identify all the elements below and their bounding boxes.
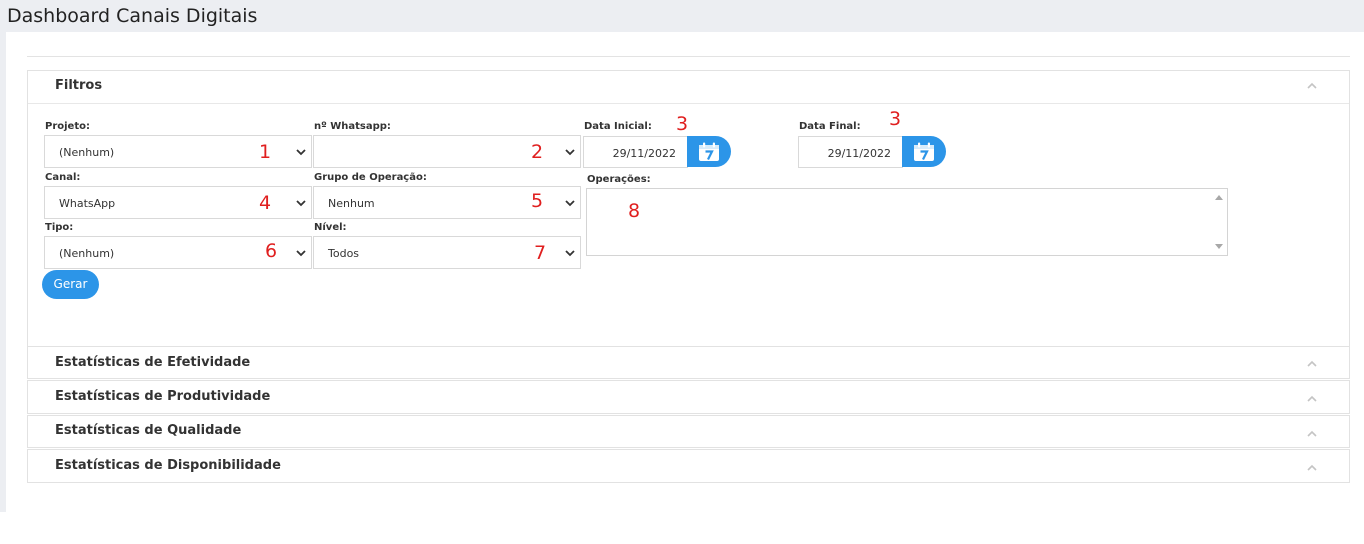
- efetividade-panel[interactable]: Estatísticas de Efetividade: [27, 346, 1350, 379]
- data-final-value: 29/11/2022: [827, 147, 891, 160]
- page-title: Dashboard Canais Digitais: [7, 5, 258, 27]
- marker-1: 1: [259, 141, 272, 163]
- marker-7: 7: [534, 242, 547, 264]
- marker-3b: 3: [889, 108, 902, 130]
- data-inicial-input[interactable]: 29/11/2022: [583, 136, 688, 168]
- operacoes-textarea[interactable]: [586, 188, 1228, 256]
- produtividade-panel[interactable]: Estatísticas de Produtividade: [27, 380, 1350, 414]
- scroll-up-icon[interactable]: [1215, 195, 1223, 200]
- divider: [27, 56, 1350, 57]
- grupo-label: Grupo de Operação:: [314, 172, 427, 183]
- produtividade-title: Estatísticas de Produtividade: [55, 389, 271, 404]
- chevron-up-icon[interactable]: [1307, 430, 1317, 440]
- chevron-up-icon[interactable]: [1307, 360, 1317, 370]
- chevron-down-icon: [295, 147, 307, 157]
- data-final-input[interactable]: 29/11/2022: [798, 136, 903, 168]
- calendar-icon: [914, 142, 934, 161]
- projeto-select[interactable]: (Nenhum): [44, 135, 312, 168]
- data-inicial-label: Data Inicial:: [584, 121, 652, 132]
- canal-label: Canal:: [45, 172, 81, 183]
- gerar-button[interactable]: Gerar: [42, 270, 99, 299]
- chevron-down-icon: [564, 147, 576, 157]
- nivel-label: Nível:: [314, 222, 347, 233]
- nivel-value: Todos: [328, 247, 360, 260]
- chevron-down-icon: [564, 248, 576, 258]
- chevron-down-icon: [564, 198, 576, 208]
- top-bar: Dashboard Canais Digitais: [0, 0, 1364, 32]
- whatsapp-label: nº Whatsapp:: [314, 121, 391, 132]
- tipo-value: (Nenhum): [59, 247, 115, 260]
- efetividade-title: Estatísticas de Efetividade: [55, 355, 251, 370]
- qualidade-panel[interactable]: Estatísticas de Qualidade: [27, 415, 1350, 448]
- chevron-up-icon[interactable]: [1307, 395, 1317, 405]
- marker-6: 6: [265, 240, 278, 262]
- filtros-title: Filtros: [55, 78, 103, 93]
- chevron-down-icon: [295, 198, 307, 208]
- data-final-calendar-button[interactable]: [902, 136, 946, 167]
- chevron-up-icon[interactable]: [1307, 464, 1317, 474]
- canal-value: WhatsApp: [59, 197, 116, 210]
- projeto-label: Projeto:: [45, 121, 90, 132]
- chevron-up-icon[interactable]: [1307, 82, 1317, 92]
- chevron-down-icon: [295, 248, 307, 258]
- data-final-label: Data Final:: [799, 121, 861, 132]
- filtros-header[interactable]: Filtros: [28, 71, 1349, 104]
- grupo-value: Nenhum: [328, 197, 375, 210]
- left-strip: [0, 32, 6, 512]
- canal-select[interactable]: WhatsApp: [44, 186, 312, 219]
- data-inicial-calendar-button[interactable]: [687, 136, 731, 167]
- marker-4: 4: [259, 192, 272, 214]
- disponibilidade-title: Estatísticas de Disponibilidade: [55, 458, 281, 473]
- marker-3a: 3: [676, 113, 689, 135]
- marker-2: 2: [531, 141, 544, 163]
- scroll-down-icon[interactable]: [1215, 244, 1223, 249]
- projeto-value: (Nenhum): [59, 146, 115, 159]
- marker-8: 8: [628, 200, 641, 222]
- qualidade-title: Estatísticas de Qualidade: [55, 423, 242, 438]
- tipo-label: Tipo:: [45, 222, 74, 233]
- disponibilidade-panel[interactable]: Estatísticas de Disponibilidade: [27, 449, 1350, 483]
- calendar-icon: [699, 142, 719, 161]
- marker-5: 5: [531, 190, 544, 212]
- operacoes-label: Operações:: [587, 174, 651, 185]
- data-inicial-value: 29/11/2022: [612, 147, 676, 160]
- operacoes-scrollbar[interactable]: [1211, 189, 1227, 255]
